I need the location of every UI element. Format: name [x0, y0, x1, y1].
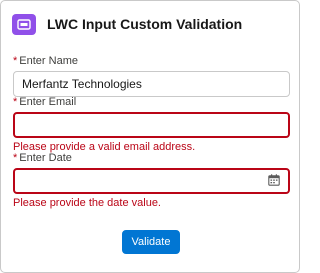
date-field-group: * Enter Date Please provide the date valu… [13, 151, 290, 210]
required-mark: * [13, 96, 18, 108]
required-mark: * [13, 152, 18, 164]
date-label: * Enter Date [13, 151, 290, 165]
required-mark: * [13, 55, 18, 67]
email-label-text: Enter Email [19, 96, 77, 108]
name-input[interactable]: Merfantz Technologies [13, 71, 290, 97]
email-input[interactable] [13, 112, 290, 138]
email-field-group: * Enter Email Please provide a valid emai… [13, 95, 290, 154]
date-error-message: Please provide the date value. [13, 197, 161, 209]
name-label-text: Enter Name [19, 55, 78, 67]
validate-button[interactable]: Validate [122, 230, 180, 254]
date-label-text: Enter Date [19, 152, 72, 164]
date-input[interactable] [13, 168, 290, 194]
email-label: * Enter Email [13, 95, 290, 109]
name-field-group: * Enter Name Merfantz Technologies [13, 54, 290, 97]
form-icon [12, 13, 36, 35]
page-title: LWC Input Custom Validation [47, 16, 243, 32]
calendar-icon[interactable] [268, 174, 280, 186]
validation-card: LWC Input Custom Validation * Enter Name … [0, 0, 300, 273]
name-label: * Enter Name [13, 54, 290, 68]
card-header: LWC Input Custom Validation [12, 12, 242, 36]
